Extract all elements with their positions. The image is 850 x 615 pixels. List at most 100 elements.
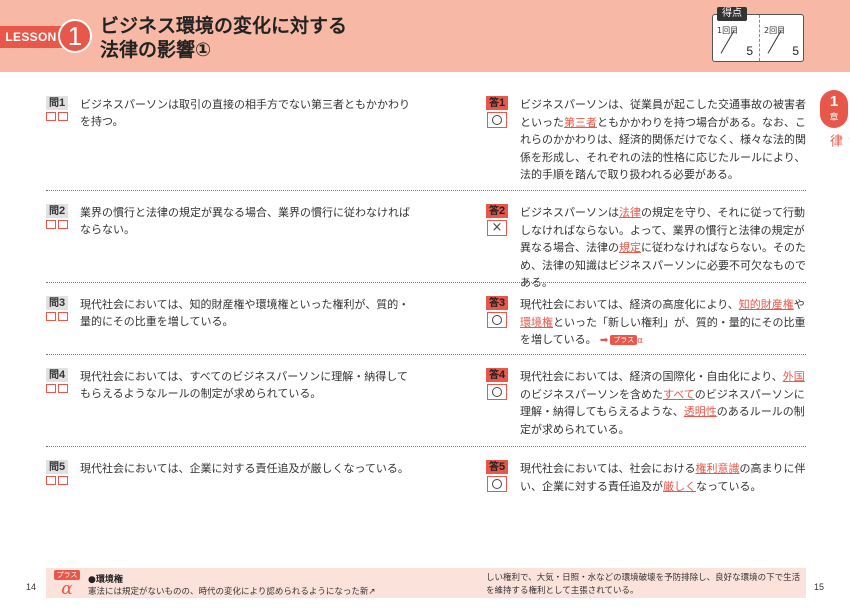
circle-icon [492, 479, 502, 489]
chapter-title: ビジネスにおけるリスクと法律 [827, 134, 850, 148]
footer-left-text: 憲法には規定がないものの、時代の変化により認められるようになった新↗ [88, 587, 376, 597]
answer-number: 3 [498, 297, 506, 309]
question-label-text: 問 [48, 98, 59, 109]
circle-mark [487, 112, 507, 128]
key-term: 厳しく [663, 479, 696, 493]
circle-mark [487, 476, 507, 492]
checkbox[interactable] [46, 112, 56, 121]
attempt-1-total: 5 [746, 44, 753, 58]
arrow-right-icon: ➡ [596, 335, 609, 346]
key-term: 規定 [619, 241, 641, 254]
answer-label: 答2 [486, 204, 508, 218]
score-attempt-2[interactable]: 2回目 5 [759, 15, 804, 61]
answer-badge: 答4 [486, 368, 508, 400]
row-divider [46, 354, 806, 355]
check-boxes [46, 112, 68, 121]
answer-text: 現代社会においては、経済の高度化により、知的財産権や環境権といった「新しい権利」… [520, 296, 810, 351]
page-header: LESSON 1 ビジネス環境の変化に対する 法律の影響① 得点 1回目 5 2… [0, 0, 850, 72]
question-label: 問2 [46, 204, 68, 218]
answer-number: 5 [498, 461, 506, 473]
answer-label-text: 答 [488, 98, 499, 109]
answer-label-text: 答 [488, 206, 499, 217]
question-number: 5 [58, 461, 66, 473]
checkbox[interactable] [58, 384, 68, 393]
answer-segment: といった「新しい権利」が、質的・量的にその比重を増している。 [520, 315, 806, 347]
key-term: 外国 [782, 370, 805, 383]
answer-label-text: 答 [488, 298, 499, 309]
question-number: 3 [58, 297, 66, 309]
answer-segment: なっている。 [696, 479, 762, 493]
answer-badge: 答5 [486, 460, 508, 492]
circle-mark [487, 384, 507, 400]
question-badge: 問5 [46, 460, 68, 485]
attempt-2-total: 5 [792, 44, 799, 58]
page-number-right: 15 [814, 582, 825, 592]
check-boxes [46, 312, 68, 321]
alpha-symbol: α [637, 336, 644, 346]
question-label: 問1 [46, 96, 68, 110]
cross-icon: × [491, 220, 503, 235]
answer-badge: 答3 [486, 296, 508, 328]
question-text: ビジネスパーソンは取引の直接の相手方でない第三者ともかかわりを持つ。 [80, 98, 410, 128]
plus-alpha-reference[interactable]: プラス [610, 335, 638, 345]
question-badge: 問2 [46, 204, 68, 229]
answer-label: 答3 [486, 296, 508, 310]
answer-label-text: 答 [488, 462, 499, 473]
answer-text: ビジネスパーソンは、従業員が起こした交通事故の被害者といった第三者ともかかわりを… [520, 96, 810, 184]
answer-segment: や [793, 298, 805, 311]
question-label-text: 問 [48, 370, 59, 381]
check-boxes [46, 384, 68, 393]
question-text: 現代社会においては、企業に対する責任追及が厳しくなっている。 [80, 462, 409, 475]
footer-term: ●環境権 [88, 575, 123, 585]
key-term: すべて [663, 387, 695, 401]
question-label: 問5 [46, 460, 68, 474]
question-badge: 問4 [46, 368, 68, 393]
key-term: 第三者 [564, 115, 597, 129]
checkbox[interactable] [58, 220, 68, 229]
row-divider [46, 446, 806, 447]
page-title: ビジネス環境の変化に対する 法律の影響① [100, 14, 347, 62]
key-term: 法律 [619, 206, 641, 219]
row-divider [46, 282, 806, 283]
answer-text: ビジネスパーソンは法律の規定を守り、それに従って行動しなければならない。よって、… [520, 204, 810, 292]
checkbox[interactable] [46, 312, 56, 321]
answer-text: 現代社会においては、社会における権利意識の高まりに伴い、企業に対する責任追及が厳… [520, 460, 810, 495]
answer-badge: 答2 × [486, 204, 508, 236]
question-label-text: 問 [48, 206, 59, 217]
key-term: 権利意識 [695, 462, 740, 475]
answer-badge: 答1 [486, 96, 508, 128]
page-number-left: 14 [26, 582, 37, 592]
question-text: 業界の慣行と法律の規定が異なる場合、業界の慣行に従わなければならない。 [80, 206, 410, 236]
score-attempt-1[interactable]: 1回目 5 [713, 15, 758, 61]
check-boxes [46, 220, 68, 229]
chapter-number: 1 [829, 93, 839, 110]
question-label-text: 問 [48, 298, 59, 309]
question-number: 1 [58, 97, 66, 109]
checkbox[interactable] [46, 220, 56, 229]
checkbox[interactable] [46, 384, 56, 393]
check-boxes [46, 476, 68, 485]
cross-mark: × [487, 220, 507, 236]
question-text: 現代社会においては、すべてのビジネスパーソンに理解・納得してもらえるようなルール… [80, 370, 408, 400]
answer-label: 答4 [486, 368, 508, 382]
question-badge: 問3 [46, 296, 68, 321]
alpha-symbol: α [61, 579, 73, 599]
title-line-1: ビジネス環境の変化に対する [100, 15, 348, 37]
title-line-2: 法律の影響① [100, 39, 212, 61]
footer-note: プラス α ●環境権 憲法には規定がないものの、時代の変化により認められるように… [46, 568, 806, 598]
footer-right-text: しい権利で、大気・日照・水などの環境破壊を予防排除し、良好な環境の下で生活を維持… [486, 573, 801, 596]
chapter-suffix: 章 [829, 113, 839, 123]
checkbox[interactable] [46, 476, 56, 485]
checkbox[interactable] [58, 312, 68, 321]
question-text: 現代社会においては、知的財産権や環境権といった権利が、質的・量的にその比重を増し… [80, 298, 410, 328]
answer-segment: 現代社会においては、経済の高度化により、 [520, 298, 739, 311]
circle-icon [492, 315, 502, 325]
answer-label: 答5 [486, 460, 508, 474]
checkbox[interactable] [58, 476, 68, 485]
checkbox[interactable] [58, 112, 68, 121]
score-box: 得点 1回目 5 2回目 5 [712, 7, 804, 62]
answer-label: 答1 [486, 96, 508, 110]
answer-number: 4 [498, 369, 506, 381]
attempt-1-label: 1回目 [717, 26, 739, 35]
answer-text: 現代社会においては、経済の国際化・自由化により、外国のビジネスパーソンを含めたす… [520, 368, 810, 438]
